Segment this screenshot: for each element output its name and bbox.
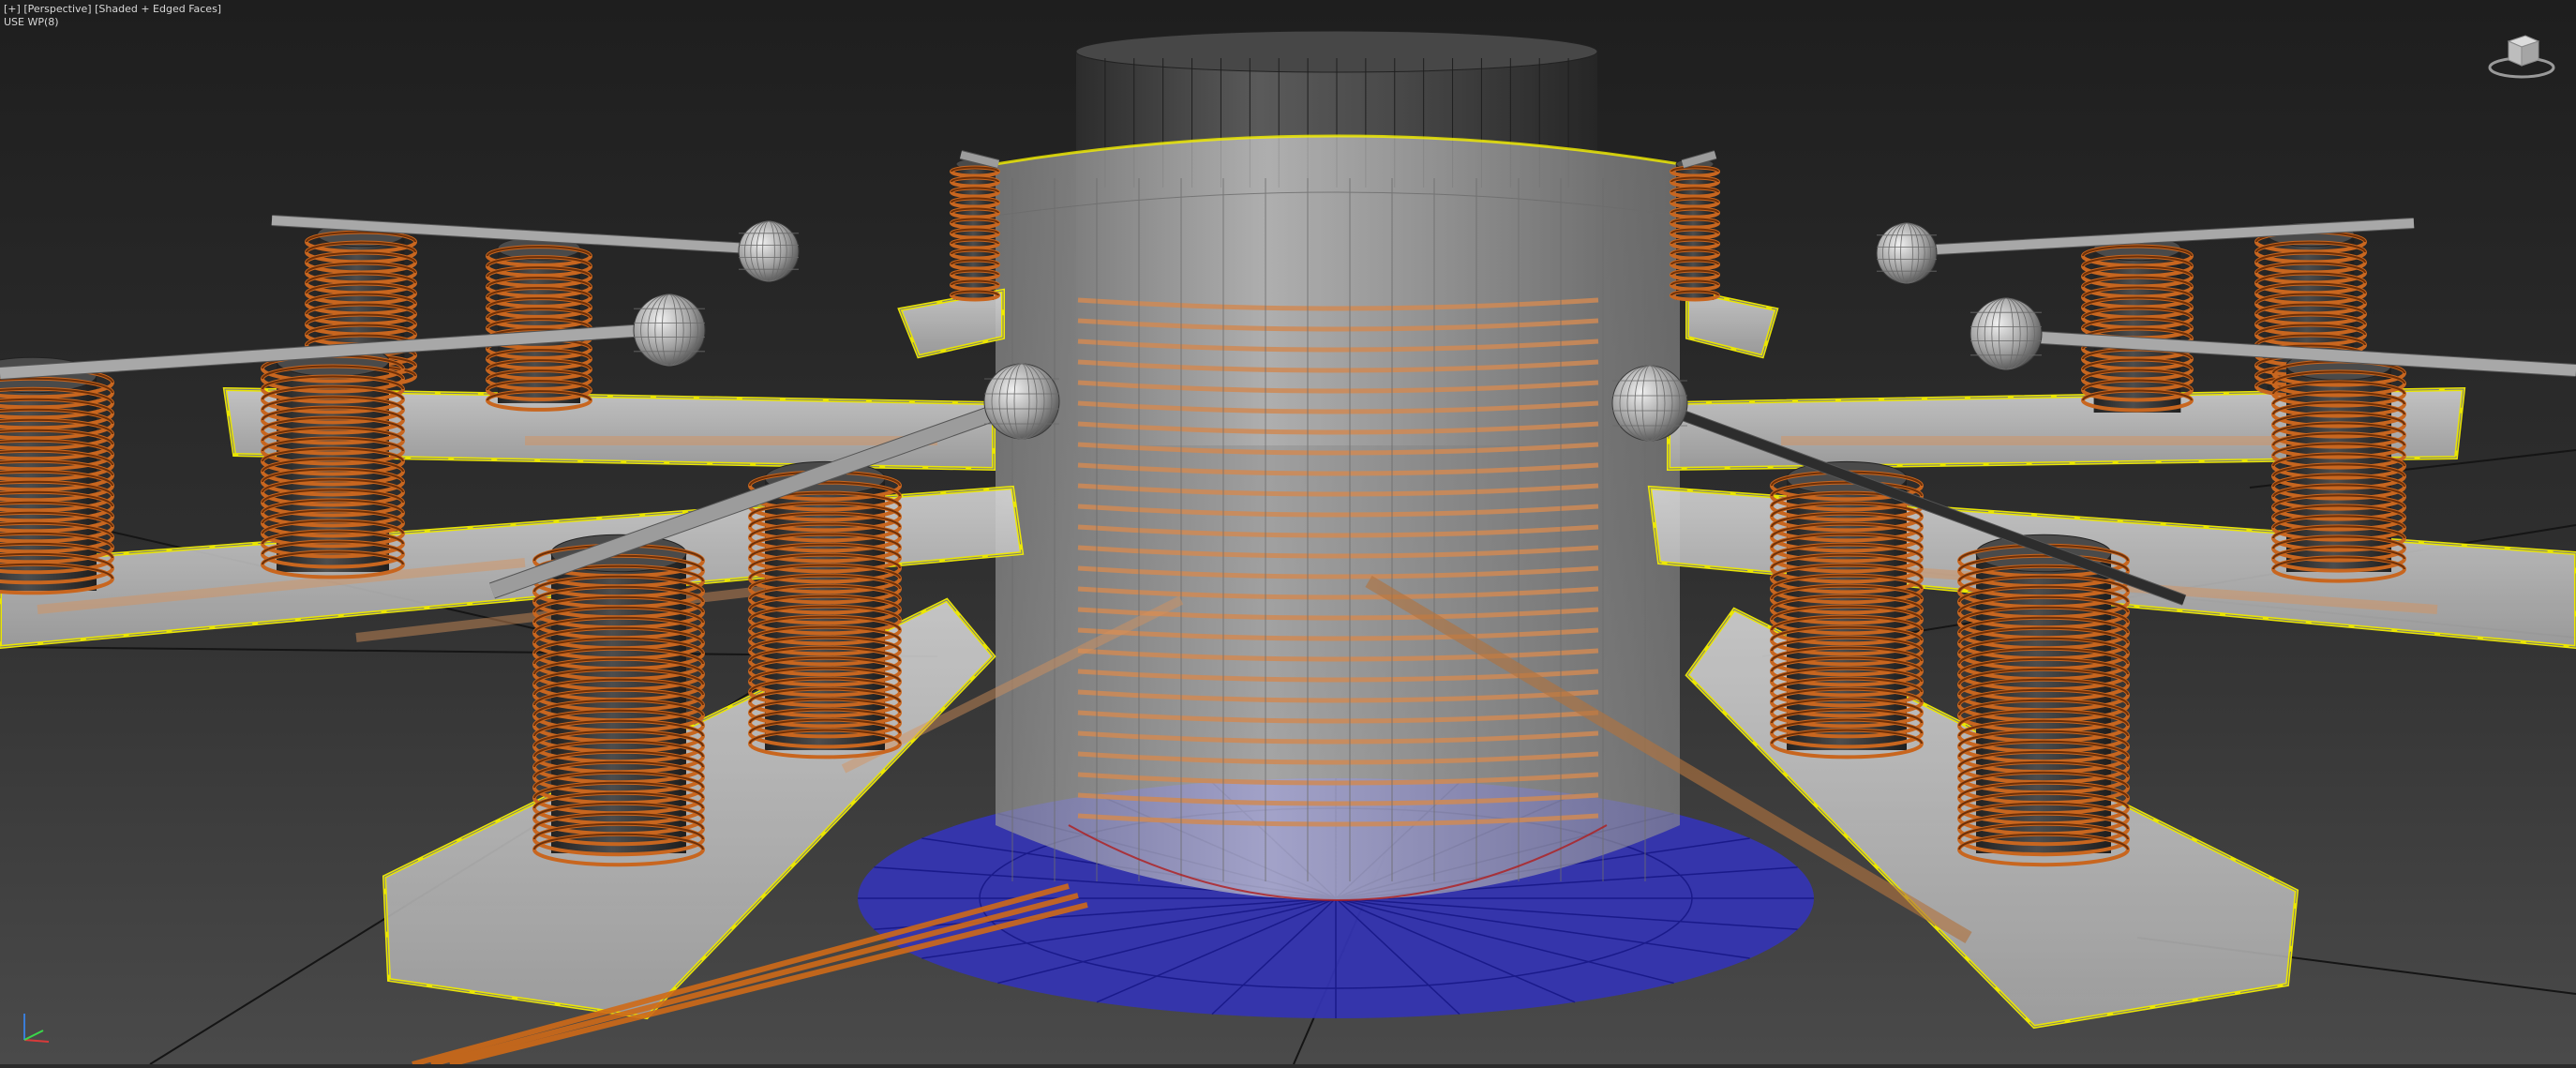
coil-8 (1670, 158, 1720, 302)
viewport-plus-menu[interactable]: [+] (4, 3, 21, 15)
coil-13 (1957, 534, 2130, 867)
sphere-6 (1611, 365, 1688, 442)
axis-tripod-icon (23, 1014, 50, 1043)
sphere-5 (1969, 297, 2043, 370)
glass-housing[interactable] (995, 134, 1681, 901)
coil-12 (1770, 460, 1924, 760)
perspective-viewport[interactable]: [+] [Perspective] [Shaded + Edged Faces]… (0, 0, 2576, 1067)
coil-11 (2271, 351, 2406, 583)
coil-3 (0, 356, 114, 595)
sphere-1 (738, 220, 800, 282)
viewcube-icon[interactable] (2484, 28, 2559, 84)
coil-4 (261, 345, 405, 579)
sphere-2 (633, 293, 706, 367)
viewport-shading-menu[interactable]: [Shaded + Edged Faces] (95, 3, 221, 15)
scene-canvas[interactable] (0, 0, 2576, 1067)
coil-2 (486, 236, 592, 412)
viewport-pov-menu[interactable]: [Perspective] (23, 3, 91, 15)
coil-5 (532, 534, 705, 867)
coil-7 (950, 158, 1000, 302)
sphere-3 (983, 363, 1060, 440)
workplane-label: USE WP(8) (4, 16, 59, 28)
coil-9 (2081, 235, 2194, 413)
coil-6 (748, 460, 902, 760)
viewport-menu[interactable]: [+] [Perspective] [Shaded + Edged Faces] (4, 3, 221, 16)
sphere-4 (1876, 222, 1938, 284)
